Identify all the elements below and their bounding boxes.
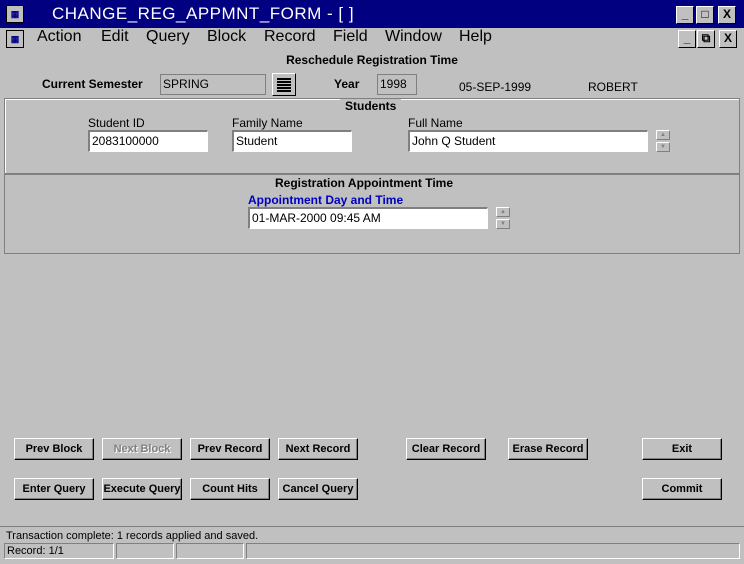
clear-record-button[interactable]: Clear Record xyxy=(406,438,486,460)
form-close-button[interactable]: X xyxy=(719,30,737,48)
cancel-query-button[interactable]: Cancel Query xyxy=(278,478,358,500)
record-indicator: Record: 1/1 xyxy=(4,543,114,559)
maximize-button[interactable]: □ xyxy=(696,6,714,24)
menu-field[interactable]: Field xyxy=(333,28,368,46)
appointment-block-title: Registration Appointment Time xyxy=(270,176,459,190)
family-name-field[interactable]: Student xyxy=(232,130,352,152)
prev-block-button[interactable]: Prev Block xyxy=(14,438,94,460)
prev-record-button[interactable]: Prev Record xyxy=(190,438,270,460)
year-field[interactable]: 1998 xyxy=(377,74,417,95)
students-block-title: Students xyxy=(340,99,402,113)
year-label: Year xyxy=(334,77,360,91)
next-record-button[interactable]: Next Record xyxy=(278,438,358,460)
appointment-day-time-field[interactable]: 01-MAR-2000 09:45 AM xyxy=(248,207,488,229)
student-id-field[interactable]: 2083100000 xyxy=(88,130,208,152)
minimize-button[interactable]: _ xyxy=(676,6,694,24)
menu-query[interactable]: Query xyxy=(146,28,190,46)
erase-record-button[interactable]: Erase Record xyxy=(508,438,588,460)
current-date: 05-SEP-1999 xyxy=(459,80,532,94)
appointment-day-time-label: Appointment Day and Time xyxy=(248,193,404,207)
form-icon[interactable]: ▦ xyxy=(6,30,24,48)
status-cell xyxy=(176,543,244,559)
form-minimize-button[interactable]: _ xyxy=(678,30,696,48)
menu-window[interactable]: Window xyxy=(385,28,442,46)
family-name-label: Family Name xyxy=(232,116,303,130)
student-id-label: Student ID xyxy=(88,116,145,130)
menu-block[interactable]: Block xyxy=(207,28,246,46)
status-divider xyxy=(0,526,744,527)
form-restore-button[interactable]: ⧉ xyxy=(697,30,715,48)
semester-label: Current Semester xyxy=(42,77,143,91)
current-user: ROBERT xyxy=(588,80,638,94)
window-title: CHANGE_REG_APPMNT_FORM - [ ] xyxy=(52,4,355,23)
exit-button[interactable]: Exit xyxy=(642,438,722,460)
execute-query-button[interactable]: Execute Query xyxy=(102,478,182,500)
list-icon xyxy=(277,78,291,92)
scroll-up-icon[interactable]: ▲ xyxy=(496,207,510,217)
semester-field[interactable]: SPRING xyxy=(160,74,266,95)
scroll-down-icon[interactable]: ▼ xyxy=(656,142,670,152)
menu-edit[interactable]: Edit xyxy=(101,28,129,46)
status-cell xyxy=(116,543,174,559)
menu-action[interactable]: Action xyxy=(37,28,81,46)
menu-help[interactable]: Help xyxy=(459,28,492,46)
menu-record[interactable]: Record xyxy=(264,28,316,46)
close-button[interactable]: X xyxy=(718,6,736,24)
status-cell xyxy=(246,543,740,559)
next-block-button: Next Block xyxy=(102,438,182,460)
page-title: Reschedule Registration Time xyxy=(286,53,458,67)
list-of-values-button[interactable] xyxy=(272,73,296,96)
full-name-field[interactable]: John Q Student xyxy=(408,130,648,152)
app-icon[interactable]: ▦ xyxy=(6,5,24,23)
count-hits-button[interactable]: Count Hits xyxy=(190,478,270,500)
status-message: Transaction complete: 1 records applied … xyxy=(6,530,259,542)
appointment-scroll[interactable]: ▲ ▼ xyxy=(496,207,510,229)
full-name-label: Full Name xyxy=(408,116,463,130)
enter-query-button[interactable]: Enter Query xyxy=(14,478,94,500)
commit-button[interactable]: Commit xyxy=(642,478,722,500)
scroll-down-icon[interactable]: ▼ xyxy=(496,219,510,229)
full-name-scroll[interactable]: ▲ ▼ xyxy=(656,130,670,152)
scroll-up-icon[interactable]: ▲ xyxy=(656,130,670,140)
